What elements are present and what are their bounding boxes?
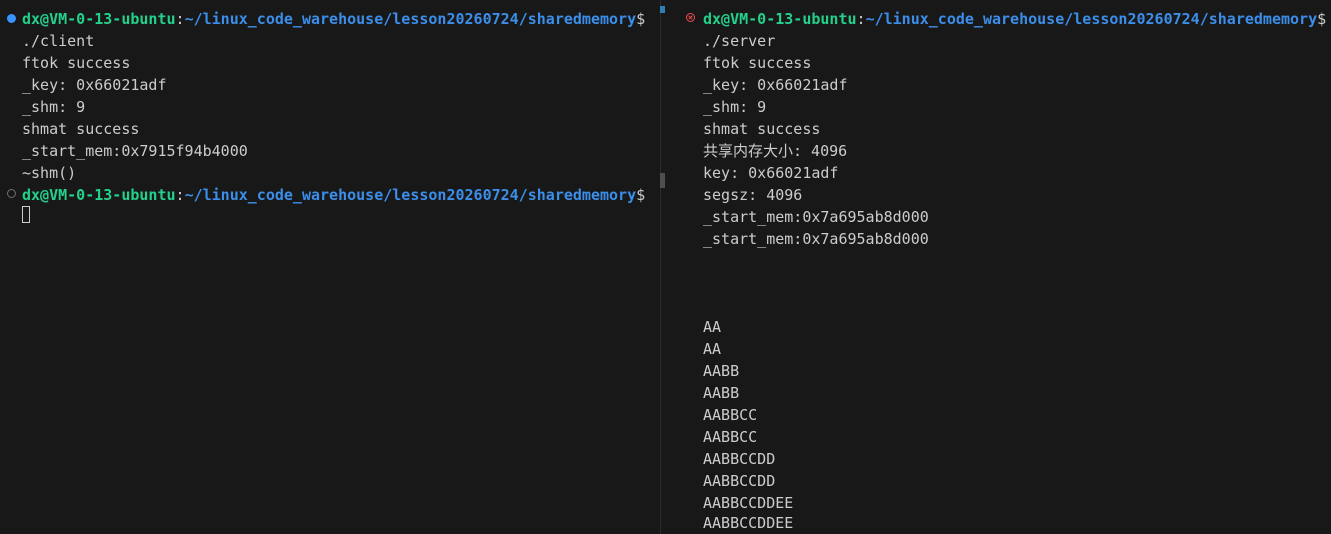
output-line: AA xyxy=(703,318,722,336)
output-line: shmat success xyxy=(22,120,140,138)
terminal-pane-client[interactable]: dx@VM-0-13-ubuntu:~/linux_code_warehouse… xyxy=(0,0,660,534)
output-line: AABBCC xyxy=(703,406,758,424)
prompt-user-host: dx@VM-0-13-ubuntu xyxy=(22,10,176,28)
prompt-user-host: dx@VM-0-13-ubuntu xyxy=(703,10,857,28)
output-line: _key: 0x66021adf xyxy=(22,76,167,94)
output-line: AABBCC xyxy=(703,428,758,446)
split-divider[interactable] xyxy=(660,0,661,534)
output-line: _shm: 9 xyxy=(703,98,767,116)
command-decoration-icon[interactable] xyxy=(7,189,16,198)
output-line: AABBCCDD xyxy=(703,472,776,490)
prompt-separator: : xyxy=(175,10,185,28)
output-line: AABBCCDDEE xyxy=(703,494,794,512)
command-text: ./client xyxy=(22,32,95,50)
shell-prompt: dx@VM-0-13-ubuntu:~/linux_code_warehouse… xyxy=(703,8,1326,30)
output-line: AABB xyxy=(703,384,740,402)
output-line: shmat success xyxy=(703,120,821,138)
output-line: _start_mem:0x7915f94b4000 xyxy=(22,142,248,160)
prompt-dollar: $ xyxy=(1317,10,1327,28)
command-text: ./server xyxy=(703,32,776,50)
output-line: 共享内存大小: 4096 xyxy=(703,142,848,160)
output-line: _start_mem:0x7a695ab8d000 xyxy=(703,208,929,226)
terminal-pane-server[interactable]: dx@VM-0-13-ubuntu:~/linux_code_warehouse… xyxy=(678,0,1331,534)
output-line: ~shm() xyxy=(22,164,77,182)
output-line: AA xyxy=(703,340,722,358)
prompt-dollar: $ xyxy=(636,10,646,28)
shell-prompt: dx@VM-0-13-ubuntu:~/linux_code_warehouse… xyxy=(22,8,645,30)
text-cursor xyxy=(22,206,30,223)
prompt-separator: : xyxy=(856,10,866,28)
output-line: segsz: 4096 xyxy=(703,186,803,204)
prompt-user-host: dx@VM-0-13-ubuntu xyxy=(22,186,176,204)
shell-prompt: dx@VM-0-13-ubuntu:~/linux_code_warehouse… xyxy=(22,184,645,206)
terminal-split-view: dx@VM-0-13-ubuntu:~/linux_code_warehouse… xyxy=(0,0,1331,534)
output-line: key: 0x66021adf xyxy=(703,164,839,182)
output-line: AABBCCDDEE xyxy=(703,514,794,532)
command-decoration-icon[interactable] xyxy=(7,14,16,23)
scrollbar-thumb[interactable] xyxy=(660,173,665,188)
output-line: _start_mem:0x7a695ab8d000 xyxy=(703,230,929,248)
output-line: AABB xyxy=(703,362,740,380)
prompt-dollar: $ xyxy=(636,186,646,204)
output-line: _key: 0x66021adf xyxy=(703,76,848,94)
prompt-path: ~/linux_code_warehouse/lesson20260724/sh… xyxy=(184,10,637,28)
output-line: _shm: 9 xyxy=(22,98,86,116)
scrollbar-marker xyxy=(660,6,665,13)
prompt-separator: : xyxy=(175,186,185,204)
error-decoration-icon[interactable] xyxy=(686,13,695,22)
output-line: ftok success xyxy=(703,54,812,72)
prompt-path: ~/linux_code_warehouse/lesson20260724/sh… xyxy=(184,186,637,204)
output-line: ftok success xyxy=(22,54,131,72)
output-line: AABBCCDD xyxy=(703,450,776,468)
prompt-path: ~/linux_code_warehouse/lesson20260724/sh… xyxy=(865,10,1318,28)
